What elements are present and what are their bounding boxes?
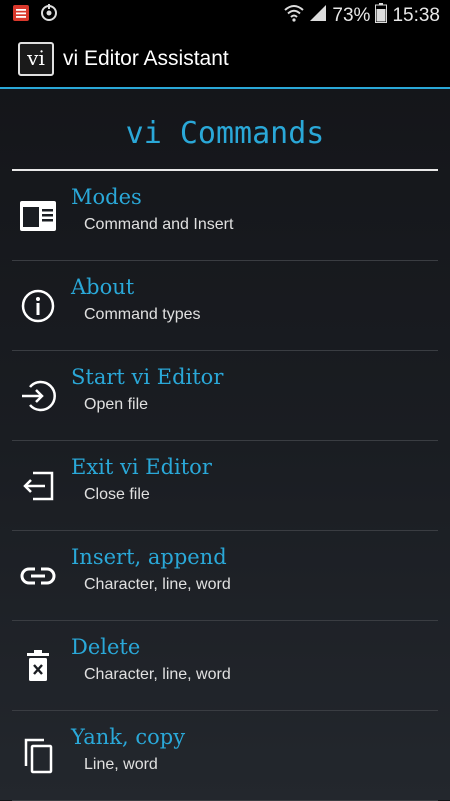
- menu-item-modes[interactable]: Modes Command and Insert: [12, 171, 438, 261]
- sync-icon: [40, 4, 58, 27]
- wifi-icon: [284, 4, 305, 28]
- menu-item-subtitle: Command types: [84, 306, 201, 323]
- menu-item-yank-copy[interactable]: Yank, copy Line, word: [12, 711, 438, 801]
- menu-item-title: About: [71, 275, 135, 299]
- action-bar: vi vi Editor Assistant: [0, 31, 450, 89]
- menu-item-insert-append[interactable]: Insert, append Character, line, word: [12, 531, 438, 621]
- menu-item-subtitle: Command and Insert: [84, 216, 234, 233]
- clock: 15:38: [392, 4, 440, 26]
- menu-item-exit-vi-editor[interactable]: Exit vi Editor Close file: [12, 441, 438, 531]
- menu-item-subtitle: Line, word: [84, 756, 158, 773]
- battery-icon: [375, 2, 388, 29]
- signal-icon: [309, 4, 327, 28]
- page-title: vi Commands: [125, 116, 325, 151]
- app-logo: vi: [18, 42, 54, 76]
- menu-item-subtitle: Character, line, word: [84, 666, 231, 683]
- menu-item-delete[interactable]: Delete Character, line, word: [12, 621, 438, 711]
- notification-list-icon: [12, 4, 30, 27]
- menu-item-about[interactable]: About Command types: [12, 261, 438, 351]
- login-icon: [18, 376, 58, 416]
- copy-icon: [18, 736, 58, 776]
- menu-item-start-vi-editor[interactable]: Start vi Editor Open file: [12, 351, 438, 441]
- logout-icon: [18, 466, 58, 506]
- app-title: vi Editor Assistant: [63, 47, 229, 70]
- status-bar: 73% 15:38: [0, 0, 450, 31]
- menu-item-title: Modes: [71, 185, 142, 209]
- menu-item-title: Start vi Editor: [71, 365, 224, 389]
- menu-item-title: Delete: [71, 635, 141, 659]
- menu-item-title: Yank, copy: [71, 725, 186, 749]
- menu-item-subtitle: Close file: [84, 486, 150, 503]
- window-icon: [18, 196, 58, 236]
- battery-percent: 73%: [332, 4, 371, 26]
- command-list: Modes Command and Insert About Command t…: [12, 171, 438, 801]
- trash-icon: [18, 646, 58, 686]
- info-icon: [18, 286, 58, 326]
- menu-item-title: Exit vi Editor: [71, 455, 212, 479]
- menu-item-subtitle: Character, line, word: [84, 576, 231, 593]
- link-icon: [18, 556, 58, 596]
- menu-item-subtitle: Open file: [84, 396, 149, 413]
- menu-item-title: Insert, append: [71, 545, 227, 569]
